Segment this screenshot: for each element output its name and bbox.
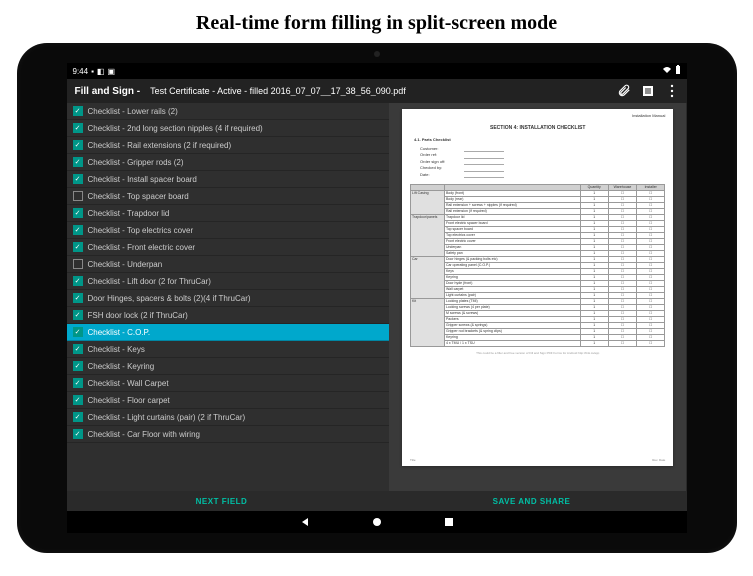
pdf-section-title: SECTION 4: INSTALLATION CHECKLIST (410, 125, 665, 131)
home-icon[interactable] (371, 516, 383, 528)
save-share-button[interactable]: SAVE AND SHARE (377, 491, 687, 511)
checklist-item-label: Checklist - Light curtains (pair) (2 if … (88, 413, 246, 422)
checkbox-icon[interactable]: ✓ (73, 429, 83, 439)
checklist-item-label: Checklist - Lift door (2 for ThruCar) (88, 277, 211, 286)
document-title: Test Certificate - Active - filled 2016_… (150, 86, 606, 96)
checkbox-icon[interactable]: ✓ (73, 344, 83, 354)
checkbox-icon[interactable] (73, 259, 83, 269)
checklist-item[interactable]: ✓ Checklist - Lift door (2 for ThruCar) (67, 273, 389, 290)
status-icon-notification: ◧ (97, 67, 105, 76)
checkbox-icon[interactable]: ✓ (73, 293, 83, 303)
pdf-preview-pane[interactable]: Installation Manual SECTION 4: INSTALLAT… (389, 103, 687, 491)
checklist-item[interactable]: ✓ Checklist - Top electrics cover (67, 222, 389, 239)
pdf-footer: Title Rev. Date (410, 458, 665, 462)
pdf-watermark-note: This could be a filler and free version … (410, 351, 665, 355)
checklist-item[interactable]: ✓ FSH door lock (2 if ThruCar) (67, 307, 389, 324)
checkbox-icon[interactable]: ✓ (73, 412, 83, 422)
checklist-item-label: Checklist - Trapdoor lid (88, 209, 170, 218)
checklist-item-label: Checklist - Floor carpet (88, 396, 170, 405)
main-content: ✓ Checklist - Lower rails (2) ✓ Checklist -… (67, 103, 687, 491)
pdf-form-fields: Customer:Order ref:Order sign off:Checke… (420, 146, 665, 178)
checkbox-icon[interactable] (73, 191, 83, 201)
next-field-button[interactable]: NEXT FIELD (67, 491, 377, 511)
checkbox-icon[interactable]: ✓ (73, 378, 83, 388)
checklist-item[interactable]: ✓ Checklist - Front electric cover (67, 239, 389, 256)
checklist-item[interactable]: ✓ Checklist - 2nd long section nipples (4… (67, 120, 389, 137)
checklist-item-label: Checklist - Wall Carpet (88, 379, 169, 388)
checklist-item-label: Door Hinges, spacers & bolts (2)(4 if Th… (88, 294, 251, 303)
attachment-icon[interactable] (617, 84, 631, 98)
app-bar: Fill and Sign - Test Certificate - Activ… (67, 79, 687, 103)
checkbox-icon[interactable]: ✓ (73, 310, 83, 320)
checklist-item-label: Checklist - Front electric cover (88, 243, 196, 252)
status-bar: 9:44 ▪ ◧ ▣ (67, 63, 687, 79)
more-icon[interactable] (665, 84, 679, 98)
checklist-item-label: Checklist - C.O.P. (88, 328, 151, 337)
checkbox-icon[interactable]: ✓ (73, 225, 83, 235)
status-icon-app: ▣ (107, 67, 115, 76)
recent-icon[interactable] (443, 516, 455, 528)
checklist: ✓ Checklist - Lower rails (2) ✓ Checklist -… (67, 103, 389, 491)
checklist-item-label: Checklist - Underpan (88, 260, 163, 269)
status-icon-square: ▪ (91, 67, 94, 76)
tablet-frame: 9:44 ▪ ◧ ▣ Fill and Sign - Test Certific… (17, 43, 737, 553)
checklist-item[interactable]: ✓ Door Hinges, spacers & bolts (2)(4 if T… (67, 290, 389, 307)
pdf-page: Installation Manual SECTION 4: INSTALLAT… (402, 109, 673, 466)
checklist-item-label: Checklist - Lower rails (2) (88, 107, 178, 116)
checklist-item-label: Checklist - Top electrics cover (88, 226, 194, 235)
checklist-item-label: Checklist - Car Floor with wiring (88, 430, 200, 439)
pdf-footer-left: Title (410, 458, 416, 462)
checklist-item-label: Checklist - Keyring (88, 362, 155, 371)
checkbox-icon[interactable]: ✓ (73, 361, 83, 371)
pdf-header: Installation Manual (632, 113, 665, 118)
checklist-item-label: Checklist - 2nd long section nipples (4 … (88, 124, 263, 133)
pdf-checklist-table: QuantityWarehouseInstallerLift CasingBod… (410, 184, 665, 347)
checkbox-icon[interactable]: ✓ (73, 242, 83, 252)
checklist-item[interactable]: ✓ Checklist - Rail extensions (2 if requi… (67, 137, 389, 154)
pdf-subtitle: 4.1. Parts Checklist (414, 137, 665, 142)
checkbox-icon[interactable]: ✓ (73, 140, 83, 150)
checkbox-icon[interactable]: ✓ (73, 395, 83, 405)
checkbox-icon[interactable]: ✓ (73, 157, 83, 167)
checklist-item[interactable]: Checklist - Underpan (67, 256, 389, 273)
pdf-footer-right: Rev. Date (652, 458, 665, 462)
checklist-item[interactable]: ✓ Checklist - Keyring (67, 358, 389, 375)
status-time: 9:44 (73, 67, 89, 76)
checkbox-icon[interactable]: ✓ (73, 208, 83, 218)
checklist-item[interactable]: ✓ Checklist - Car Floor with wiring (67, 426, 389, 443)
checklist-item[interactable]: ✓ Checklist - Install spacer board (67, 171, 389, 188)
checklist-item-label: Checklist - Top spacer board (88, 192, 189, 201)
screen: 9:44 ▪ ◧ ▣ Fill and Sign - Test Certific… (67, 63, 687, 533)
checklist-item-label: Checklist - Install spacer board (88, 175, 197, 184)
action-buttons: NEXT FIELD SAVE AND SHARE (67, 491, 687, 511)
checklist-item[interactable]: ✓ Checklist - Trapdoor lid (67, 205, 389, 222)
checklist-item[interactable]: ✓ Checklist - Keys (67, 341, 389, 358)
wifi-icon (662, 66, 672, 76)
checkbox-icon[interactable]: ✓ (73, 327, 83, 337)
checklist-item[interactable]: ✓ Checklist - Light curtains (pair) (2 if… (67, 409, 389, 426)
checklist-item-label: Checklist - Gripper rods (2) (88, 158, 184, 167)
checkbox-icon[interactable]: ✓ (73, 106, 83, 116)
checklist-item-label: Checklist - Rail extensions (2 if requir… (88, 141, 232, 150)
checkbox-icon[interactable]: ✓ (73, 174, 83, 184)
checklist-item[interactable]: ✓ Checklist - Lower rails (2) (67, 103, 389, 120)
checklist-item[interactable]: ✓ Checklist - Gripper rods (2) (67, 154, 389, 171)
checklist-item[interactable]: Checklist - Top spacer board (67, 188, 389, 205)
checklist-item-label: Checklist - Keys (88, 345, 145, 354)
app-name: Fill and Sign - (75, 86, 141, 97)
checklist-item[interactable]: ✓ Checklist - C.O.P. (67, 324, 389, 341)
checklist-item[interactable]: ✓ Checklist - Wall Carpet (67, 375, 389, 392)
checkbox-icon[interactable]: ✓ (73, 123, 83, 133)
form-fields-pane[interactable]: ✓ Checklist - Lower rails (2) ✓ Checklist -… (67, 103, 389, 491)
android-nav-bar (67, 511, 687, 533)
document-icon[interactable] (641, 84, 655, 98)
checkbox-icon[interactable]: ✓ (73, 276, 83, 286)
battery-icon (675, 65, 681, 77)
checklist-item[interactable]: ✓ Checklist - Floor carpet (67, 392, 389, 409)
checklist-item-label: FSH door lock (2 if ThruCar) (88, 311, 188, 320)
back-icon[interactable] (299, 516, 311, 528)
page-caption: Real-time form filling in split-screen m… (0, 0, 753, 43)
